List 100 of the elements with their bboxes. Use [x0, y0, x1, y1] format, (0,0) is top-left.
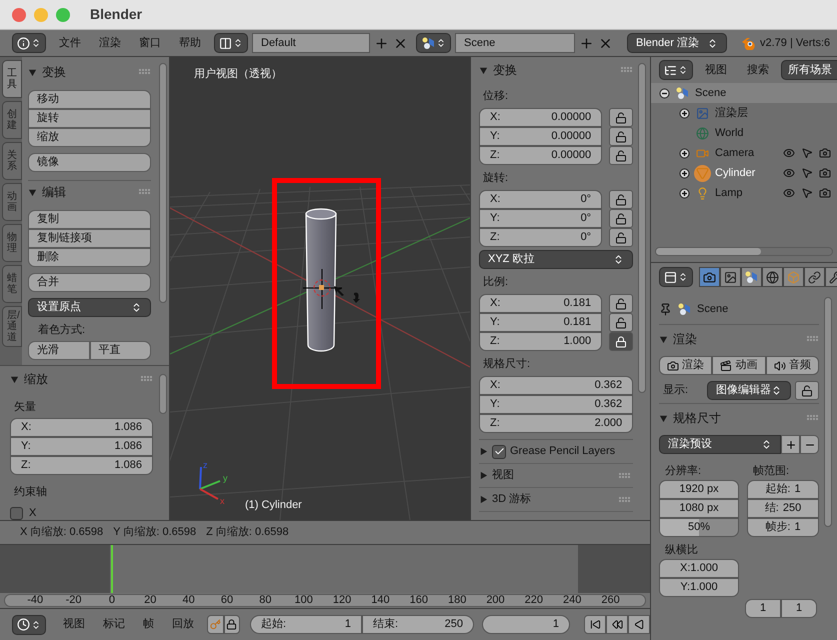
render-action-button[interactable]: 动画: [712, 356, 766, 375]
collapse-toggle-icon[interactable]: [659, 88, 670, 98]
tool-button[interactable]: 复制: [28, 210, 152, 229]
render-action-button[interactable]: 音频: [766, 356, 819, 375]
menu-item[interactable]: 窗口: [130, 34, 170, 52]
collapse-triangle-icon[interactable]: [479, 66, 488, 74]
percentage-slider[interactable]: 50%: [659, 518, 739, 537]
editor-type-button[interactable]: [659, 267, 693, 287]
jump-keyframe-button[interactable]: [606, 615, 628, 634]
number-field[interactable]: Z: 2.000: [479, 414, 634, 433]
number-field[interactable]: Y: 0.00000: [479, 127, 602, 146]
tool-button[interactable]: 旋转: [28, 109, 152, 128]
collapse-triangle-icon[interactable]: [659, 334, 668, 344]
number-field[interactable]: Z: 1.086: [10, 456, 153, 475]
eye-icon[interactable]: [783, 167, 795, 179]
collapse-triangle-icon[interactable]: [659, 414, 668, 422]
properties-tab[interactable]: [699, 267, 720, 287]
tool-button[interactable]: 镜像: [28, 153, 152, 172]
number-field[interactable]: X: 0°: [479, 190, 602, 209]
properties-tab[interactable]: [741, 267, 762, 287]
render-engine-dropdown[interactable]: Blender 渲染: [627, 33, 727, 53]
menu-item[interactable]: 标记: [94, 616, 134, 633]
outliner-item-name[interactable]: World: [715, 124, 744, 142]
menu-item[interactable]: 文件: [50, 34, 90, 52]
tool-button[interactable]: 光滑: [28, 341, 90, 360]
tool-button[interactable]: 平直: [90, 341, 152, 360]
drag-handle-icon[interactable]: [807, 415, 819, 421]
editor-type-button[interactable]: [12, 614, 46, 634]
drag-handle-icon[interactable]: [807, 336, 819, 342]
tool-button[interactable]: 复制链接项: [28, 229, 152, 248]
drag-handle-icon[interactable]: [619, 496, 632, 502]
number-field[interactable]: Z: 0.00000: [479, 146, 602, 165]
menu-item[interactable]: 帮助: [170, 34, 210, 52]
number-field[interactable]: 结束: 250: [362, 615, 474, 634]
expand-toggle-icon[interactable]: [679, 108, 690, 118]
properties-tab[interactable]: [720, 267, 741, 287]
menu-item[interactable]: 帧: [134, 616, 163, 633]
lock-toggle[interactable]: [609, 332, 634, 351]
tool-button[interactable]: 缩放: [28, 128, 152, 147]
eye-icon[interactable]: [783, 187, 795, 199]
layout-field[interactable]: Default: [252, 33, 370, 53]
drag-handle-icon[interactable]: [139, 189, 152, 195]
eye-icon[interactable]: [783, 147, 795, 159]
number-field[interactable]: Y: 0.181: [479, 313, 602, 332]
lock-toggle[interactable]: [609, 146, 634, 165]
camera-icon[interactable]: [819, 167, 831, 179]
number-field[interactable]: 帧步: 1: [747, 518, 819, 537]
number-field[interactable]: X: 1.086: [10, 418, 153, 437]
number-field[interactable]: X: 0.00000: [479, 108, 602, 127]
tool-button[interactable]: 删除: [28, 248, 152, 267]
display-dropdown[interactable]: 图像编辑器: [707, 381, 791, 400]
properties-tab[interactable]: [762, 267, 783, 287]
pointer-icon[interactable]: [801, 147, 813, 159]
add-icon[interactable]: [579, 36, 594, 50]
collapse-triangle-icon[interactable]: [28, 68, 37, 76]
lock-toggle[interactable]: [795, 381, 819, 400]
lock-toggle[interactable]: [609, 127, 634, 146]
scrollbar-thumb[interactable]: [638, 63, 646, 393]
menu-item[interactable]: 视图: [697, 62, 735, 78]
expand-toggle-icon[interactable]: [679, 148, 690, 158]
number-field[interactable]: Y: 0.362: [479, 395, 634, 414]
number-field[interactable]: Y: 1.086: [10, 437, 153, 456]
tool-button[interactable]: 移动: [28, 90, 152, 109]
expand-triangle-icon[interactable]: [479, 447, 488, 456]
drag-handle-icon[interactable]: [141, 376, 153, 382]
selected-cylinder-drawing[interactable]: [302, 208, 360, 352]
checkbox[interactable]: [492, 444, 506, 458]
add-preset-button[interactable]: [781, 435, 800, 454]
expand-toggle-icon[interactable]: [679, 188, 690, 198]
remove-preset-button[interactable]: [800, 435, 819, 454]
jump-start-button[interactable]: [584, 615, 606, 634]
menu-item[interactable]: 回放: [163, 616, 203, 633]
properties-tab[interactable]: [804, 267, 825, 287]
collapse-triangle-icon[interactable]: [10, 374, 19, 384]
drag-handle-icon[interactable]: [621, 67, 634, 73]
lock-toggle[interactable]: [609, 313, 634, 332]
editor-type-button[interactable]: [214, 33, 248, 53]
outliner-item-name[interactable]: Scene: [695, 84, 726, 102]
number-field[interactable]: 1: [745, 599, 781, 618]
render-action-button[interactable]: 渲染: [659, 356, 712, 375]
lock-toggle[interactable]: [609, 228, 634, 247]
scrollbar-thumb[interactable]: [159, 374, 167, 414]
expand-toggle-icon[interactable]: [679, 168, 690, 178]
drag-handle-icon[interactable]: [139, 69, 152, 75]
editor-type-button[interactable]: [12, 33, 46, 53]
camera-icon[interactable]: [819, 147, 831, 159]
outliner-row[interactable]: Scene: [651, 83, 837, 103]
number-field[interactable]: X:1.000: [659, 559, 739, 578]
properties-tab[interactable]: [783, 267, 804, 287]
number-field[interactable]: 1: [482, 615, 570, 634]
number-field[interactable]: Y: 0°: [479, 209, 602, 228]
number-field[interactable]: 起始: 1: [250, 615, 362, 634]
set-origin-dropdown[interactable]: 设置原点: [28, 298, 152, 317]
outliner-item-name[interactable]: Camera: [715, 144, 754, 162]
tool-button[interactable]: 合并: [28, 273, 152, 292]
frame-ruler[interactable]: -40 -20 0 20 40 60 80 100 120 140 160 180 200 220 240 260: [4, 594, 646, 607]
outliner-item-name[interactable]: Lamp: [715, 184, 743, 202]
menu-item[interactable]: 搜索: [739, 62, 777, 78]
scrollbar-thumb[interactable]: [159, 63, 168, 303]
number-field[interactable]: Z: 0°: [479, 228, 602, 247]
